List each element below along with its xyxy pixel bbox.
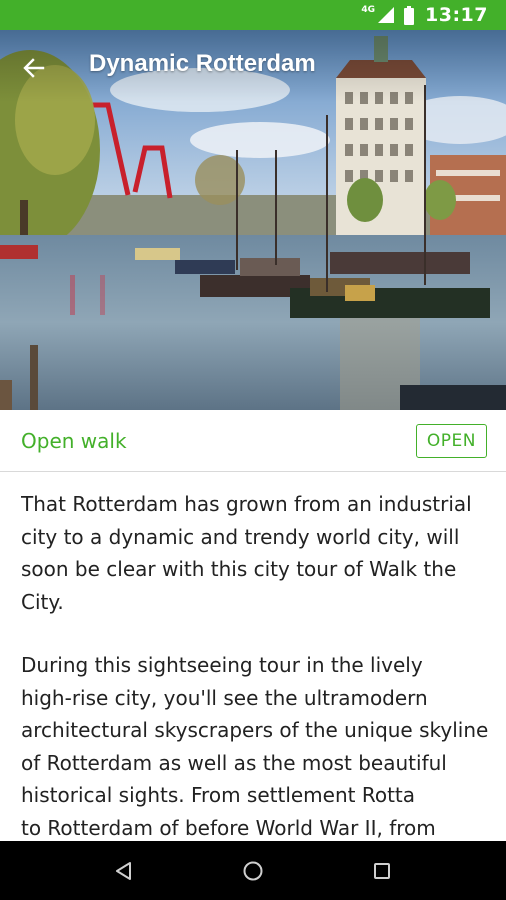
open-button[interactable]: OPEN [415, 423, 487, 458]
open-walk-label: Open walk [21, 428, 127, 453]
description-paragraph: During this sightseeing tour in the live… [21, 653, 489, 840]
nav-home-button[interactable] [229, 847, 277, 895]
network-type-label: 4G [361, 5, 376, 15]
arrow-back-icon [23, 58, 45, 78]
status-time: 13:17 [425, 4, 488, 26]
walk-description: That Rotterdam has grown from an industr… [21, 488, 491, 840]
battery-icon [404, 5, 415, 25]
nav-recents-button[interactable] [358, 847, 406, 895]
status-icons: 4G [361, 5, 415, 25]
hero-image: Dynamic Rotterdam [0, 30, 506, 410]
page-title: Dynamic Rotterdam [89, 50, 316, 77]
description-paragraph: That Rotterdam has grown from an industr… [21, 492, 472, 614]
open-walk-row: Open walk OPEN [0, 410, 506, 472]
back-triangle-icon [116, 861, 132, 880]
navigation-bar [0, 841, 506, 900]
back-button[interactable] [14, 48, 54, 88]
signal-icon [378, 7, 395, 23]
recents-square-icon [373, 862, 390, 879]
home-circle-icon [243, 861, 263, 880]
status-bar: 4G 13:17 [0, 0, 506, 30]
nav-back-button[interactable] [100, 847, 148, 895]
